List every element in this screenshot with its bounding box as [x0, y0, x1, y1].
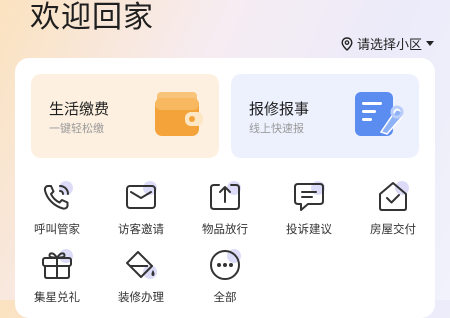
service-item-house-delivery[interactable]: 房屋交付	[351, 180, 435, 237]
more-dots-icon	[210, 249, 241, 280]
service-item-all[interactable]: 全部	[183, 248, 267, 305]
house-check-icon	[379, 181, 409, 211]
caret-down-icon	[426, 40, 434, 46]
box-upload-icon	[210, 181, 241, 210]
service-label-star-gift: 集星兑礼	[34, 290, 80, 304]
repair-report-subtitle: 线上快速报	[249, 122, 304, 135]
service-label-call-butler: 呼叫管家	[34, 222, 80, 236]
service-item-renovation[interactable]: 装修办理	[99, 248, 183, 305]
life-payment-card[interactable]: 生活缴费 一键轻松缴	[31, 74, 219, 158]
service-item-call-butler[interactable]: 呼叫管家	[15, 180, 99, 237]
service-label-renovation: 装修办理	[118, 290, 164, 304]
service-item-visitor-invite[interactable]: 访客邀请	[99, 180, 183, 237]
phone-icon	[43, 181, 73, 210]
welcome-title: 欢迎回家	[30, 0, 154, 35]
community-selector[interactable]: 请选择小区	[341, 34, 434, 53]
service-label-house-delivery: 房屋交付	[370, 222, 416, 236]
service-label-all: 全部	[213, 290, 237, 304]
life-payment-title: 生活缴费	[49, 100, 110, 118]
service-label-item-release: 物品放行	[202, 222, 248, 236]
life-payment-subtitle: 一键轻松缴	[49, 122, 104, 135]
gift-icon	[42, 249, 73, 279]
service-item-complaint[interactable]: 投诉建议	[267, 180, 351, 237]
community-selector-label: 请选择小区	[356, 38, 422, 53]
service-label-complaint: 投诉建议	[286, 222, 332, 236]
service-item-star-gift[interactable]: 集星兑礼	[15, 248, 99, 305]
location-pin-icon	[341, 36, 353, 51]
wallet-icon	[155, 92, 203, 136]
repair-form-icon	[355, 92, 404, 136]
repair-report-card[interactable]: 报修报事 线上快速报	[231, 74, 419, 158]
service-label-visitor-invite: 访客邀请	[118, 222, 164, 236]
service-item-item-release[interactable]: 物品放行	[183, 180, 267, 237]
repair-report-title: 报修报事	[249, 100, 310, 118]
service-panel: 生活缴费 一键轻松缴 报修报事 线上快速报 呼叫管家 访客邀请 物品放行 投诉建…	[15, 58, 435, 318]
paint-bucket-icon	[126, 251, 157, 279]
envelope-icon	[126, 181, 157, 209]
chat-bubble-icon	[294, 181, 325, 211]
